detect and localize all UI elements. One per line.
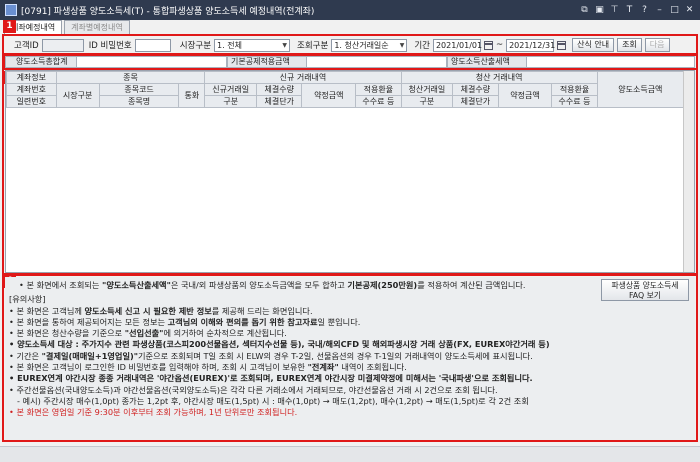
note-2: • 본 화면을 통하여 제공되어지는 모든 정보는 고객님의 이해와 편의를 돕… (9, 316, 361, 327)
date-from-field[interactable]: 2021/01/01 (432, 38, 482, 52)
account-id-field[interactable] (41, 38, 84, 52)
note-1: • 본 화면은 고객님께 양도소득세 신고 시 필요한 제반 정보를 제공해 드… (9, 305, 313, 316)
header-account-info: 계좌정보 (6, 71, 57, 84)
tab-bar: 계좌예정내역 계좌별예정내역 (4, 20, 130, 35)
caution-title: [유의사항] (9, 294, 46, 305)
total-tax-value (77, 56, 227, 68)
header-close-contract-amount: 약정금액 (497, 83, 553, 108)
font-size-icon[interactable]: T (623, 4, 636, 17)
pin-icon[interactable]: ⊤ (608, 4, 621, 17)
calc-guide-button[interactable]: 산식 안내 (572, 38, 615, 52)
basic-deduction-label: 기본공제적용금액 (227, 56, 307, 68)
next-button[interactable]: 다음 (644, 38, 670, 52)
header-close-rate: 적용환율 (551, 83, 598, 96)
maximize-icon[interactable]: □ (668, 4, 681, 17)
grid-header-table: 계좌정보 종목 신규 거래내역 청산 거래내역 양도소득금액 계좌번호 시장구분… (6, 71, 685, 108)
header-account-no: 계좌번호 (6, 83, 57, 96)
note-7: • EUREX연계 야간시장 종종 거래내역은 '야간옵션(EUREX)'로 조… (9, 373, 533, 384)
calendar-icon[interactable] (483, 40, 493, 50)
date-range-tilde: ~ (495, 40, 504, 50)
account-id-label: 고객ID (14, 41, 39, 51)
note-8: • 주간선물옵션(국내양도소득)과 야간선물옵션(국외양도소득)은 각각 다른 … (9, 384, 498, 395)
id-password-label: ID 비밀번호 (88, 41, 132, 51)
window-controls: ⧉ ▣ ⊤ T ? – □ ✕ (578, 4, 696, 17)
market-select[interactable]: 1. 전체 ▼ (214, 38, 291, 52)
notes-panel: 파생상품 양도소득세 FAQ 보기 • 본 화면에서 조회되는 "양도소득산출세… (5, 277, 695, 440)
search-button[interactable]: 조회 (617, 38, 642, 52)
faq-button[interactable]: 파생상품 양도소득세 FAQ 보기 (601, 279, 689, 301)
market-label: 시장구분 (179, 41, 212, 51)
header-new-type: 구분 (204, 95, 258, 108)
note-4: • 양도소득세 대상 : 주가지수 관련 파생상품(코스피200선물옵션, 섹터… (9, 339, 550, 350)
app-icon (5, 4, 17, 16)
summary-bar: 양도소득총합계 기본공제적용금액 양도소득산출세액 (5, 56, 695, 68)
header-new-qty: 체결수량 (256, 83, 303, 96)
header-close-qty: 체결수량 (452, 83, 499, 96)
faq-button-line2: FAQ 보기 (629, 290, 661, 300)
header-market: 시장구분 (55, 83, 100, 108)
header-close-type: 구분 (400, 95, 454, 108)
note-5: • 기간은 "결제일(매매일+1영업일)"기준으로 조회되며 T일 조회 시 E… (9, 350, 533, 361)
header-close-trade: 청산 거래내역 (400, 71, 598, 84)
header-close-price: 체결단가 (452, 95, 499, 108)
help-icon[interactable]: ? (638, 4, 651, 17)
id-password-field[interactable] (134, 38, 171, 52)
chevron-down-icon: ▼ (282, 41, 288, 49)
header-close-fee: 수수료 등 (551, 95, 598, 108)
basic-deduction-value (307, 56, 447, 68)
header-item: 종목 (55, 71, 206, 84)
screen-share-icon[interactable]: ⧉ (578, 4, 591, 17)
close-icon[interactable]: ✕ (683, 4, 696, 17)
header-new-trade: 신규 거래내역 (204, 71, 402, 84)
note-10: • 본 화면은 영업일 기준 9:30분 이후부터 조회 가능하며, 1년 단위… (9, 407, 298, 418)
note-intro: • 본 화면에서 조회되는 "양도소득산출세액"은 국내/외 파생상품의 양도소… (19, 280, 526, 290)
note-6: • 본 화면은 고객님이 로그인한 ID 비밀번호를 입력해야 하며, 조회 시… (9, 362, 407, 373)
header-new-contract-amount: 약정금액 (301, 83, 357, 108)
header-tax-amount: 양도소득금액 (596, 71, 685, 108)
header-new-rate: 적용환율 (355, 83, 402, 96)
order-label: 조회구분 (297, 41, 329, 51)
order-select-value: 1. 청산거래일순 (334, 40, 389, 50)
period-label: 기간 (414, 41, 430, 51)
tax-calculated-label: 양도소득산출세액 (447, 56, 527, 68)
window-title: [0791] 파생상품 양도소득세(T) - 통합파생상품 양도소득세 예정내역… (21, 6, 315, 17)
chevron-down-icon: ▼ (399, 41, 405, 49)
layout-icon[interactable]: ▣ (593, 4, 606, 17)
header-item-code: 종목코드 (98, 83, 180, 96)
status-bar (0, 446, 700, 462)
header-close-date: 청산거래일 (400, 83, 454, 96)
order-select[interactable]: 1. 청산거래일순 ▼ (331, 38, 408, 52)
header-serial: 일련번호 (6, 95, 57, 108)
region-number-1: 1 (3, 20, 16, 33)
market-select-value: 1. 전체 (217, 40, 242, 50)
query-bar: 고객ID ID 비밀번호 시장구분 1. 전체 ▼ 조회구분 1. 청산거래일순 ▼… (5, 37, 695, 53)
note-9: - 예시) 주간시장 매수(1,0pt) 종가는 1,2pt 후, 야간시장 매… (17, 395, 529, 406)
header-new-price: 체결단가 (256, 95, 303, 108)
minimize-icon[interactable]: – (653, 4, 666, 17)
header-new-date: 신규거래일 (204, 83, 258, 96)
title-bar: [0791] 파생상품 양도소득세(T) - 통합파생상품 양도소득세 예정내역… (0, 0, 700, 20)
calendar-icon[interactable] (557, 40, 567, 50)
faq-button-line1: 파생상품 양도소득세 (611, 281, 679, 290)
date-to-field[interactable]: 2021/12/31 (506, 38, 555, 52)
tab-per-account-schedule[interactable]: 계좌별예정내역 (64, 20, 130, 35)
note-3: • 본 화면은 청산수량을 기준으로 "선입선출"에 의거하여 순차적으로 계산… (9, 328, 287, 339)
total-tax-label: 양도소득총합계 (5, 56, 77, 68)
header-currency: 통화 (178, 83, 206, 108)
grid-vertical-scrollbar[interactable] (683, 71, 694, 272)
tax-calculated-value (527, 56, 695, 68)
header-new-fee: 수수료 등 (355, 95, 402, 108)
header-item-name: 종목명 (98, 95, 180, 108)
data-grid[interactable]: 계좌정보 종목 신규 거래내역 청산 거래내역 양도소득금액 계좌번호 시장구분… (5, 70, 695, 273)
